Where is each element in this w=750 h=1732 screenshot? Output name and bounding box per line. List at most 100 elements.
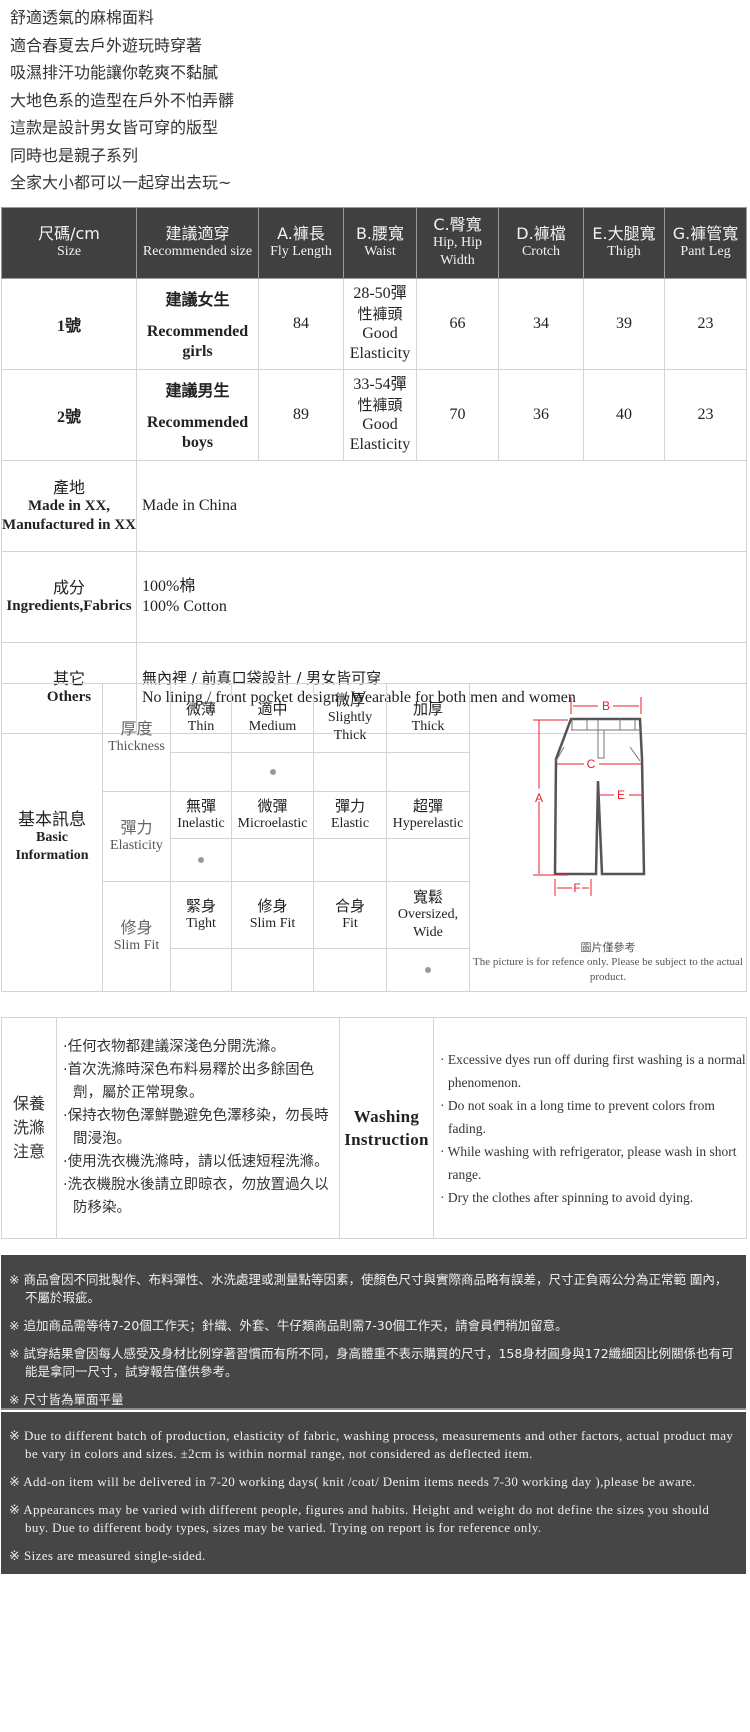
pant-leg-cell: 23 [664,369,747,461]
thigh-cell: 39 [583,278,665,370]
thickness-label: 厚度 Thickness [102,683,171,792]
waist-cell: 28-50彈 性褲頭 Good Elasticity [343,278,417,370]
label-b: B [602,699,610,713]
made-in-value: Made in China [136,460,747,552]
thickness-mark [386,752,470,792]
washing-label-zh: 保養 洗滌 注意 [1,1017,57,1239]
size-table-header: 尺碼/cm Size 建議適穿 Recommended size A.褲長 Fly L… [1,207,747,279]
pants-diagram: B A C E F [533,697,646,896]
intro-line: 大地色系的造型在戶外不怕弄髒 [10,90,235,110]
washing-item: · Do not soak in a long time to prevent … [440,1097,715,1136]
table-row: 2號 建議男生 Recommended boys 89 33-54彈 性褲頭 Good… [1,369,747,461]
elasticity-option: 超彈 Hyperelastic [386,791,470,839]
note-item: ※ 商品會因不同批製作、布料彈性、水洗處理或測量點等因素，使顏色尺寸與實際商品略… [9,1272,728,1305]
washing-item: · Dry the clothes after spinning to avoi… [440,1189,694,1205]
note-item: ※ Add-on item will be delivered in 7-20 … [9,1474,696,1489]
washing-label-en: Washing Instruction [339,1017,434,1239]
fabric-value: 100%棉 100% Cotton [136,551,747,643]
basic-info-table: 基本訊息 Basic Information 厚度 Thickness 微薄 Thin… [1,683,747,992]
fit-mark [313,948,387,992]
fit-mark [170,948,232,992]
note-item: ※ Appearances may be varied with differe… [9,1502,710,1535]
fabric-row: 成分 Ingredients,Fabrics 100%棉 100% Cotton [1,551,747,643]
product-description: 舒適透氣的麻棉面料 適合春夏去戶外遊玩時穿著 吸濕排汗功能讓你乾爽不黏膩 大地色… [10,4,234,197]
intro-line: 舒適透氣的麻棉面料 [10,8,155,27]
label-e: E [617,788,625,802]
note-item: ※ Due to different batch of production, … [9,1428,734,1461]
fit-label: 修身 Slim Fit [102,881,171,992]
pant-leg-cell: 23 [664,278,747,370]
selected-dot-icon [198,857,204,863]
header-size: 尺碼/cm Size [1,207,137,279]
hip-cell: 70 [416,369,499,461]
intro-line: 同時也是親子系列 [10,145,139,165]
size-cell: 1號 [1,278,137,370]
thickness-mark [313,752,387,792]
notes-en: ※ Due to different batch of production, … [1,1412,746,1574]
intro-line: 全家大小都可以一起穿出去玩~ [10,173,232,192]
measure-lines [533,697,643,896]
crotch-cell: 36 [498,369,584,461]
basic-info-label: 基本訊息 Basic Information [1,683,103,992]
label-a: A [535,791,543,805]
fabric-label: 成分 Ingredients,Fabrics [1,551,137,643]
washing-item: ·使用洗衣機洗滌時，請以低速短程洗滌。 [63,1154,329,1170]
length-cell: 84 [258,278,344,370]
washing-list-zh: ·任何衣物都建議深淺色分開洗滌。 ·首次洗滌時深色布料易釋於出多餘固色劑，屬於正… [56,1017,340,1239]
header-length: A.褲長 Fly Length [258,207,344,279]
selected-dot-icon [269,769,276,775]
washing-item: · Excessive dyes run off during first wa… [440,1051,746,1090]
intro-line: 吸濕排汗功能讓你乾爽不黏膩 [10,63,219,82]
label-c: C [587,757,596,771]
fit-option: 修身 Slim Fit [231,881,314,949]
made-in-row: 產地 Made in XX, Manufactured in XX Made in… [1,460,747,552]
size-cell: 2號 [1,369,137,461]
elasticity-option: 微彈 Microelastic [231,791,314,839]
thickness-option: 加厚 Thick [386,683,470,753]
elasticity-option: 無彈 Inelastic [170,791,232,839]
note-item: ※ 尺寸皆為單面平量 [9,1392,124,1407]
washing-list-en: · Excessive dyes run off during first wa… [433,1017,747,1239]
size-table: 尺碼/cm Size 建議適穿 Recommended size A.褲長 Fly L… [1,207,747,734]
note-item: ※ 試穿結果會因每人感受及身材比例穿著習慣而有所不同，身高體重不表示購買的尺寸，… [9,1346,734,1379]
elasticity-mark [313,838,387,882]
header-recommended: 建議適穿 Recommended size [136,207,259,279]
elasticity-mark [386,838,470,882]
elasticity-mark [231,838,314,882]
washing-item: ·保持衣物色澤鮮艷避免色澤移染，勿長時間浸泡。 [63,1108,329,1147]
washing-item: ·洗衣機脫水後請立即晾衣，勿放置過久以防移染。 [63,1177,329,1216]
recommended-cell: 建議男生 Recommended boys [136,369,259,461]
header-waist: B.腰寬 Waist [343,207,417,279]
selected-dot-icon [425,967,431,973]
label-f: F [573,881,580,895]
thickness-option: 微厚 Slightly Thick [313,683,387,753]
fit-mark [386,948,470,992]
table-row: 1號 建議女生 Recommended girls 84 28-50彈 性褲頭 Goo… [1,278,747,370]
recommended-cell: 建議女生 Recommended girls [136,278,259,370]
made-in-label: 產地 Made in XX, Manufactured in XX [1,460,137,552]
elasticity-mark [170,838,232,882]
thigh-cell: 40 [583,369,665,461]
thickness-option: 微薄 Thin [170,683,232,753]
header-hip: C.臀寬 Hip, Hip Width [416,207,499,279]
length-cell: 89 [258,369,344,461]
header-thigh: E.大腿寬 Thigh [583,207,665,279]
thickness-mark [170,752,232,792]
washing-label-line: 洗滌 [12,1118,45,1137]
washing-label-text: 保養 洗滌 注意 [2,1092,56,1164]
crotch-cell: 34 [498,278,584,370]
pants-diagram-cell: B A C E F 圖片僅參考 The picture is for refen… [469,683,747,992]
waist-cell: 33-54彈 性褲頭 Good Elasticity [343,369,417,461]
header-pant-leg: G.褲管寬 Pant Leg [664,207,747,279]
elasticity-option: 彈力 Elastic [313,791,387,839]
fit-option: 寬鬆 Oversized, Wide [386,881,470,949]
note-item: ※ 追加商品需等待7-20個工作天；針織、外套、牛仔類商品則需7-30個工作天，… [9,1318,568,1333]
fit-option: 緊身 Tight [170,881,232,949]
note-item: ※ Sizes are measured single-sided. [9,1548,206,1563]
washing-item: ·首次洗滌時深色布料易釋於出多餘固色劑，屬於正常現象。 [63,1062,315,1101]
elasticity-label: 彈力 Elasticity [102,791,171,882]
thickness-option: 適中 Medium [231,683,314,753]
fit-option: 合身 Fit [313,881,387,949]
thickness-mark [231,752,314,792]
notes-zh: ※ 商品會因不同批製作、布料彈性、水洗處理或測量點等因素，使顏色尺寸與實際商品略… [1,1255,746,1410]
